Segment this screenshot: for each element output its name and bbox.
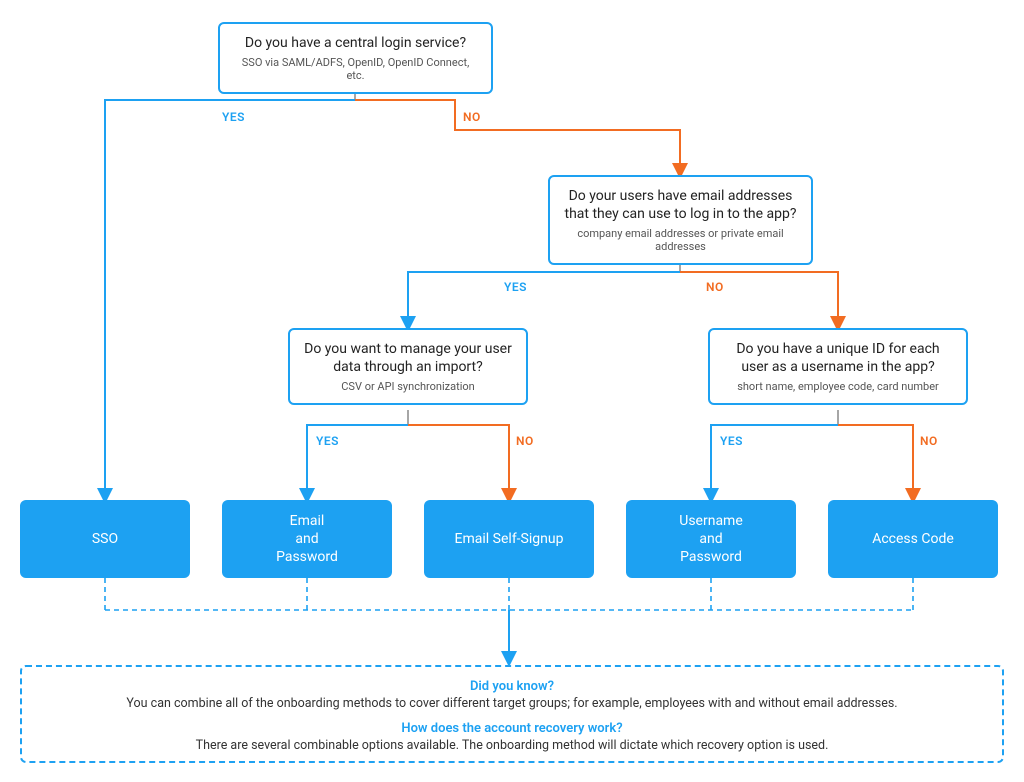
leaf-email-password-label: Email and Password — [276, 512, 338, 567]
q1-question: Do you have a central login service? — [232, 34, 479, 52]
decision-q2: Do your users have email addresses that … — [548, 175, 813, 265]
q4-question: Do you have a unique ID for each user as… — [722, 340, 954, 376]
decision-q3: Do you want to manage your user data thr… — [288, 328, 528, 405]
leaf-username-password: Username and Password — [626, 500, 796, 578]
decision-q1: Do you have a central login service? SSO… — [218, 22, 493, 94]
q2-yes-label: YES — [504, 280, 527, 294]
q2-question: Do your users have email addresses that … — [562, 187, 799, 223]
leaf-email-self-signup-label: Email Self-Signup — [455, 530, 564, 548]
leaf-access-code-label: Access Code — [872, 530, 954, 548]
leaf-sso: SSO — [20, 500, 190, 578]
leaf-sso-label: SSO — [92, 530, 118, 548]
leaf-access-code: Access Code — [828, 500, 998, 578]
info-panel: Did you know? You can combine all of the… — [20, 665, 1004, 763]
info-text-1: You can combine all of the onboarding me… — [62, 696, 962, 711]
info-text-2: There are several combinable options ava… — [62, 738, 962, 753]
leaf-username-password-label: Username and Password — [679, 512, 743, 567]
info-heading-1: Did you know? — [62, 679, 962, 694]
q1-yes-label: YES — [222, 110, 245, 124]
decision-q4: Do you have a unique ID for each user as… — [708, 328, 968, 405]
q2-subtext: company email addresses or private email… — [562, 227, 799, 253]
q4-yes-label: YES — [720, 434, 743, 448]
leaf-email-password: Email and Password — [222, 500, 392, 578]
leaf-email-self-signup: Email Self-Signup — [424, 500, 594, 578]
q1-no-label: NO — [463, 110, 481, 124]
q3-yes-label: YES — [316, 434, 339, 448]
q3-question: Do you want to manage your user data thr… — [302, 340, 514, 376]
q4-subtext: short name, employee code, card number — [722, 380, 954, 393]
q3-no-label: NO — [516, 434, 534, 448]
q4-no-label: NO — [920, 434, 938, 448]
q3-subtext: CSV or API synchronization — [302, 380, 514, 393]
q2-no-label: NO — [706, 280, 724, 294]
q1-subtext: SSO via SAML/ADFS, OpenID, OpenID Connec… — [232, 56, 479, 82]
info-heading-2: How does the account recovery work? — [62, 721, 962, 736]
